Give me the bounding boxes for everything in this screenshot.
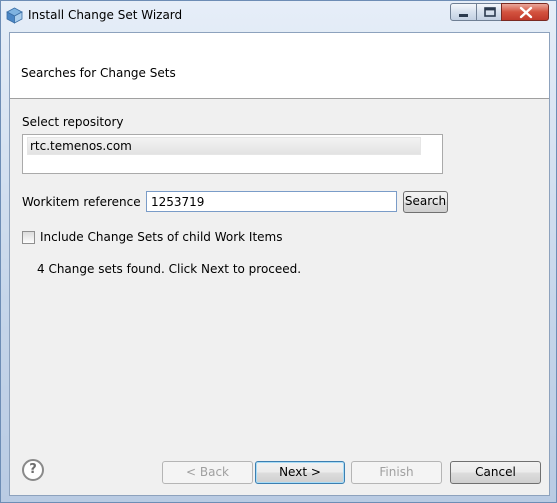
next-button[interactable]: Next >	[255, 461, 345, 484]
minimize-icon	[459, 14, 468, 17]
repository-label: Select repository	[22, 115, 124, 129]
close-icon	[519, 6, 533, 19]
page-title: Searches for Change Sets	[21, 66, 176, 80]
maximize-button[interactable]	[476, 3, 502, 21]
close-button[interactable]	[501, 3, 549, 21]
wizard-window: Install Change Set Wizard Searches for C…	[0, 0, 557, 503]
title-bar[interactable]: Install Change Set Wizard	[1, 1, 556, 31]
status-message: 4 Change sets found. Click Next to proce…	[37, 262, 302, 276]
back-button[interactable]: < Back	[162, 461, 253, 484]
app-icon	[6, 7, 23, 24]
window-title: Install Change Set Wizard	[28, 8, 183, 22]
search-button[interactable]: Search	[403, 191, 448, 213]
maximize-icon	[484, 7, 496, 17]
help-icon[interactable]: ?	[22, 459, 44, 481]
banner-decoration	[439, 33, 549, 98]
repository-list-item[interactable]: rtc.temenos.com	[27, 137, 421, 155]
include-child-checkbox[interactable]	[22, 231, 35, 244]
wizard-client-area: Searches for Change Sets Select reposito…	[9, 32, 550, 496]
cancel-button[interactable]: Cancel	[450, 461, 541, 484]
workitem-input[interactable]	[146, 191, 397, 212]
finish-button[interactable]: Finish	[351, 461, 442, 484]
repository-list[interactable]: rtc.temenos.com	[22, 134, 443, 174]
include-child-label[interactable]: Include Change Sets of child Work Items	[40, 230, 282, 244]
minimize-button[interactable]	[450, 3, 477, 21]
workitem-label: Workitem reference	[22, 195, 141, 209]
wizard-banner: Searches for Change Sets	[10, 33, 549, 99]
repository-item-label: rtc.temenos.com	[30, 139, 132, 153]
